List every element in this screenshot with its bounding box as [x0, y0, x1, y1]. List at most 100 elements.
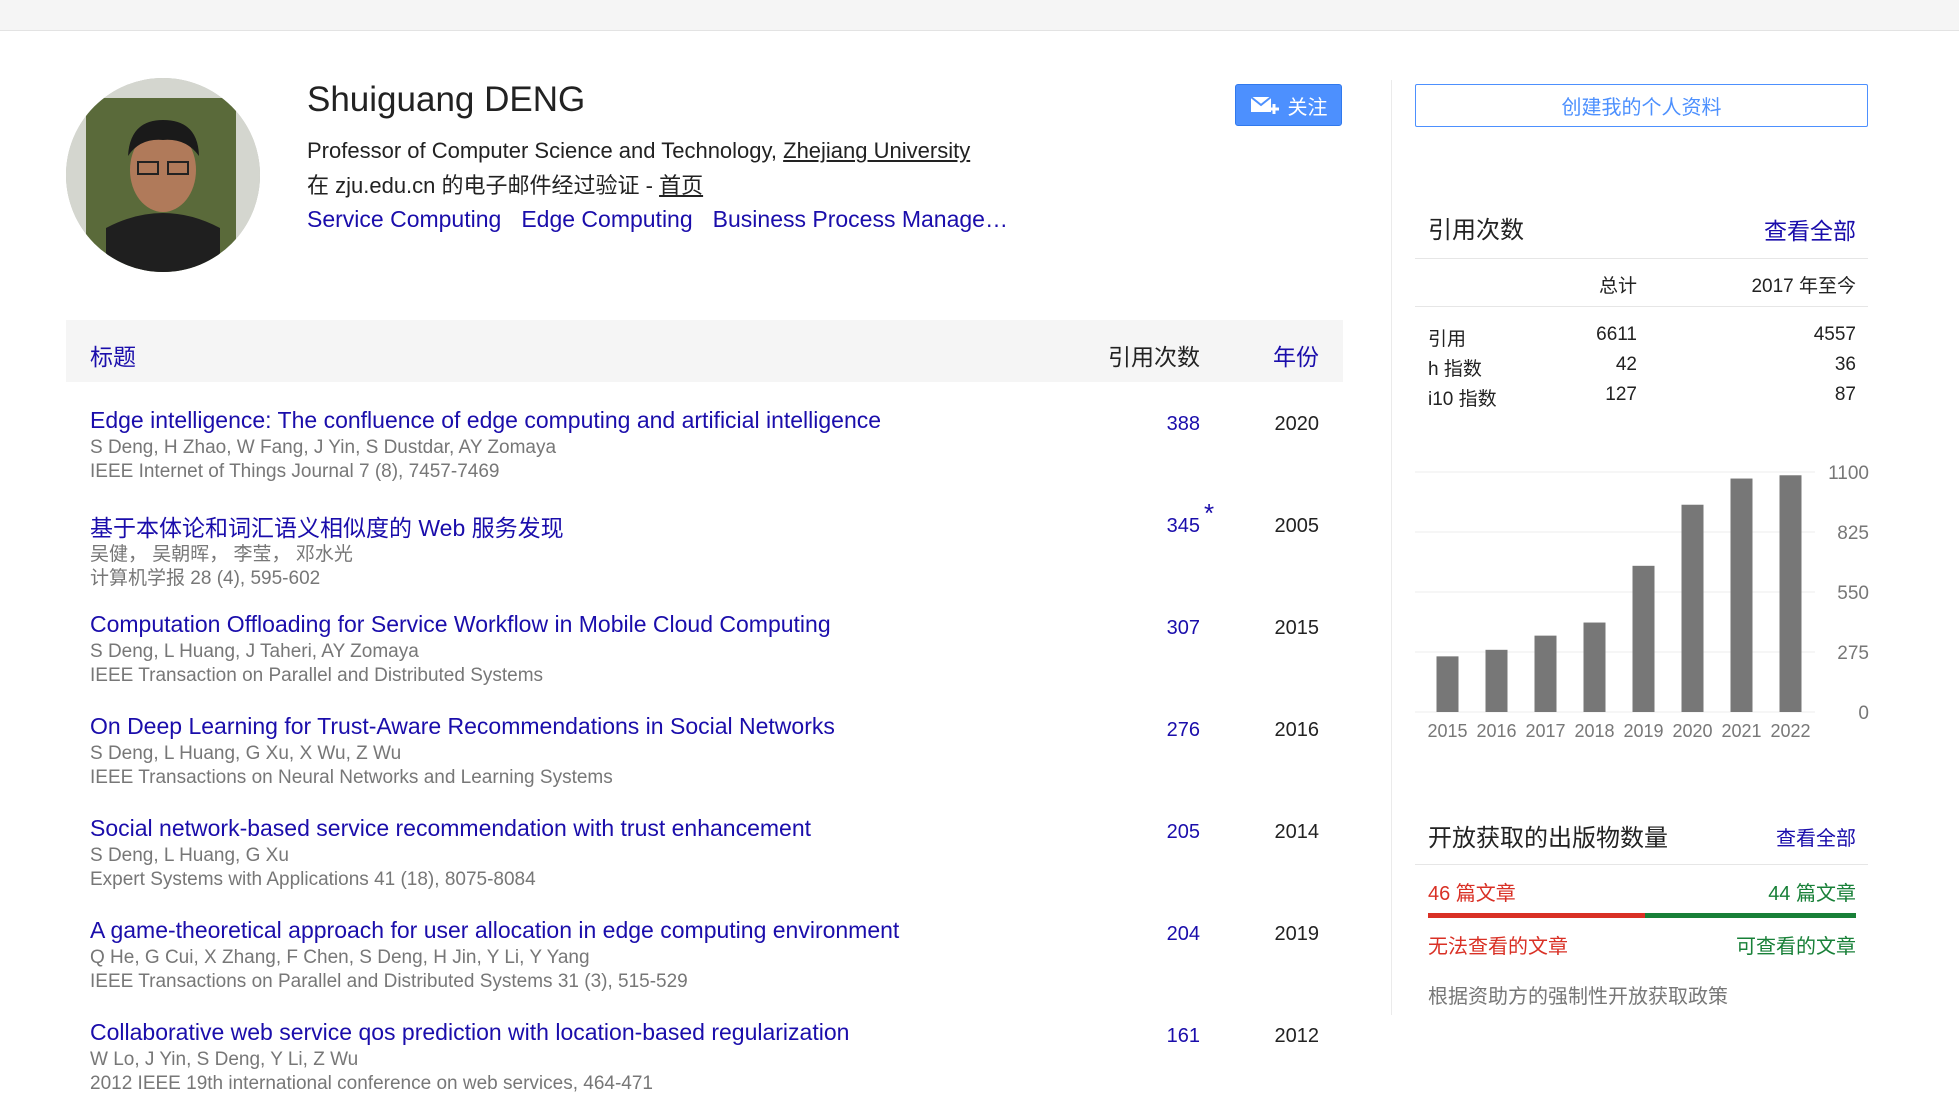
follow-label: 关注 [1287, 96, 1328, 119]
stat-since: 4557 [1813, 324, 1856, 345]
verified-email: 在 zju.edu.cn 的电子邮件经过验证 - 首页 [307, 168, 703, 200]
create-profile-button[interactable]: 创建我的个人资料 [1415, 84, 1868, 127]
x-tick-label: 2016 [1476, 721, 1516, 741]
cites-link[interactable]: 161 [1167, 1025, 1200, 1048]
x-tick-label: 2017 [1525, 721, 1565, 741]
top-bar [0, 0, 1959, 31]
stats-col-since: 2017 年至今 [1751, 276, 1856, 297]
chart-bar[interactable] [1681, 504, 1704, 712]
open-access-policy-text: 根据资助方的强制性开放获取政策 [1428, 986, 1728, 1008]
affiliation-link[interactable]: Zhejiang University [783, 138, 970, 163]
paper-venue: IEEE Internet of Things Journal 7 (8), 7… [90, 461, 500, 482]
paper-title-link[interactable]: Edge intelligence: The confluence of edg… [90, 407, 881, 434]
interest-link[interactable]: Service Computing [307, 206, 501, 232]
interest-link[interactable]: Business Process Manage… [713, 206, 1008, 232]
interest-link[interactable]: Edge Computing [521, 206, 692, 232]
open-access-heading: 开放获取的出版物数量 [1428, 825, 1668, 852]
stats-col-total: 总计 [1598, 276, 1637, 297]
divider [1415, 306, 1868, 307]
paper-year: 2005 [1274, 515, 1320, 537]
research-interests: Service Computing Edge Computing Business … [307, 206, 1028, 233]
table-row: 基于本体论和词汇语义相似度的 Web 服务发现 吴健， 吴朝晖， 李莹， 邓水光… [66, 498, 1343, 608]
unavailable-bar [1428, 913, 1645, 918]
chart-bar[interactable] [1730, 478, 1753, 712]
paper-year: 2014 [1274, 821, 1320, 843]
table-row: Edge intelligence: The confluence of edg… [66, 404, 1343, 506]
available-label[interactable]: 可查看的文章 [1736, 930, 1856, 959]
merged-citation-star[interactable]: * [1204, 498, 1214, 529]
x-tick-label: 2022 [1770, 721, 1810, 741]
paper-authors: S Deng, H Zhao, W Fang, J Yin, S Dustdar… [90, 437, 557, 458]
divider [1415, 864, 1868, 865]
paper-title-link[interactable]: A game-theoretical approach for user all… [90, 917, 899, 944]
available-bar [1645, 913, 1856, 918]
y-tick-label: 550 [1837, 583, 1869, 604]
paper-authors: S Deng, L Huang, J Taheri, AY Zomaya [90, 641, 419, 662]
cites-link[interactable]: 388 [1167, 413, 1200, 436]
header-title[interactable]: 标题 [90, 338, 136, 372]
y-tick-label: 275 [1837, 643, 1869, 664]
x-tick-label: 2019 [1623, 721, 1663, 741]
publication-list: Edge intelligence: The confluence of edg… [66, 404, 1343, 1118]
cites-link[interactable]: 345 [1167, 515, 1200, 538]
cites-link[interactable]: 307 [1167, 617, 1200, 640]
paper-year: 2015 [1274, 617, 1320, 639]
chart-bar[interactable] [1485, 649, 1508, 712]
cites-link[interactable]: 204 [1167, 923, 1200, 946]
stat-label[interactable]: h 指数 [1428, 354, 1482, 381]
table-row: Collaborative web service qos prediction… [66, 1016, 1343, 1118]
paper-venue: 计算机学报 28 (4), 595-602 [90, 568, 321, 589]
paper-venue: 2012 IEEE 19th international conference … [90, 1073, 653, 1094]
citations-view-all-link[interactable]: 查看全部 [1764, 212, 1856, 246]
verified-text: 在 zju.edu.cn 的电子邮件经过验证 - [307, 173, 660, 198]
cites-link[interactable]: 276 [1167, 719, 1200, 742]
mail-plus-icon [1249, 96, 1279, 114]
stat-total: 42 [1615, 354, 1637, 375]
paper-year: 2016 [1274, 719, 1320, 741]
table-row: Computation Offloading for Service Workf… [66, 608, 1343, 710]
y-tick-label: 0 [1858, 703, 1869, 724]
table-row: A game-theoretical approach for user all… [66, 914, 1343, 1016]
header-cites[interactable]: 引用次数 [1108, 338, 1200, 372]
unavailable-count[interactable]: 46 篇文章 [1428, 877, 1516, 906]
column-divider [1391, 80, 1392, 1015]
stat-total: 127 [1605, 384, 1637, 405]
chart-bar[interactable] [1632, 565, 1655, 712]
x-tick-label: 2015 [1427, 721, 1467, 741]
header-year[interactable]: 年份 [1273, 338, 1319, 372]
paper-authors: S Deng, L Huang, G Xu [90, 845, 289, 866]
x-tick-label: 2021 [1721, 721, 1761, 741]
paper-title-link[interactable]: 基于本体论和词汇语义相似度的 Web 服务发现 [90, 509, 564, 543]
avatar [66, 78, 260, 272]
stat-since: 87 [1834, 384, 1856, 405]
chart-bar[interactable] [1583, 622, 1606, 712]
paper-title-link[interactable]: Computation Offloading for Service Workf… [90, 611, 831, 638]
paper-authors: 吴健， 吴朝晖， 李莹， 邓水光 [90, 544, 353, 565]
profile-name: Shuiguang DENG [307, 80, 586, 119]
affiliation-text: Professor of Computer Science and Techno… [307, 138, 784, 163]
table-row: Social network-based service recommendat… [66, 812, 1343, 914]
y-tick-label: 825 [1837, 523, 1869, 544]
unavailable-label[interactable]: 无法查看的文章 [1428, 930, 1568, 959]
open-access-view-all-link[interactable]: 查看全部 [1776, 822, 1856, 851]
chart-bar[interactable] [1779, 475, 1802, 712]
paper-year: 2020 [1274, 413, 1320, 435]
paper-title-link[interactable]: Collaborative web service qos prediction… [90, 1019, 849, 1046]
stat-total: 6611 [1596, 324, 1637, 345]
paper-venue: Expert Systems with Applications 41 (18)… [90, 869, 536, 890]
paper-title-link[interactable]: Social network-based service recommendat… [90, 815, 811, 842]
affiliation: Professor of Computer Science and Techno… [307, 138, 970, 164]
paper-authors: Q He, G Cui, X Zhang, F Chen, S Deng, H … [90, 947, 590, 968]
paper-title-link[interactable]: On Deep Learning for Trust-Aware Recomme… [90, 713, 835, 740]
available-count[interactable]: 44 篇文章 [1768, 877, 1856, 906]
stat-label[interactable]: i10 指数 [1428, 384, 1497, 411]
paper-venue: IEEE Transactions on Neural Networks and… [90, 767, 613, 788]
cites-link[interactable]: 205 [1167, 821, 1200, 844]
homepage-link[interactable]: 首页 [659, 173, 703, 198]
chart-bar[interactable] [1534, 635, 1557, 712]
stat-label: 引用 [1428, 329, 1467, 350]
chart-bar[interactable] [1436, 656, 1459, 712]
citations-bar-chart: 1100 825 550 275 0 2015 2016 2017 2018 2019 2020 20… [1415, 463, 1869, 741]
follow-button[interactable]: 关注 [1235, 84, 1342, 126]
paper-venue: IEEE Transaction on Parallel and Distrib… [90, 665, 544, 686]
